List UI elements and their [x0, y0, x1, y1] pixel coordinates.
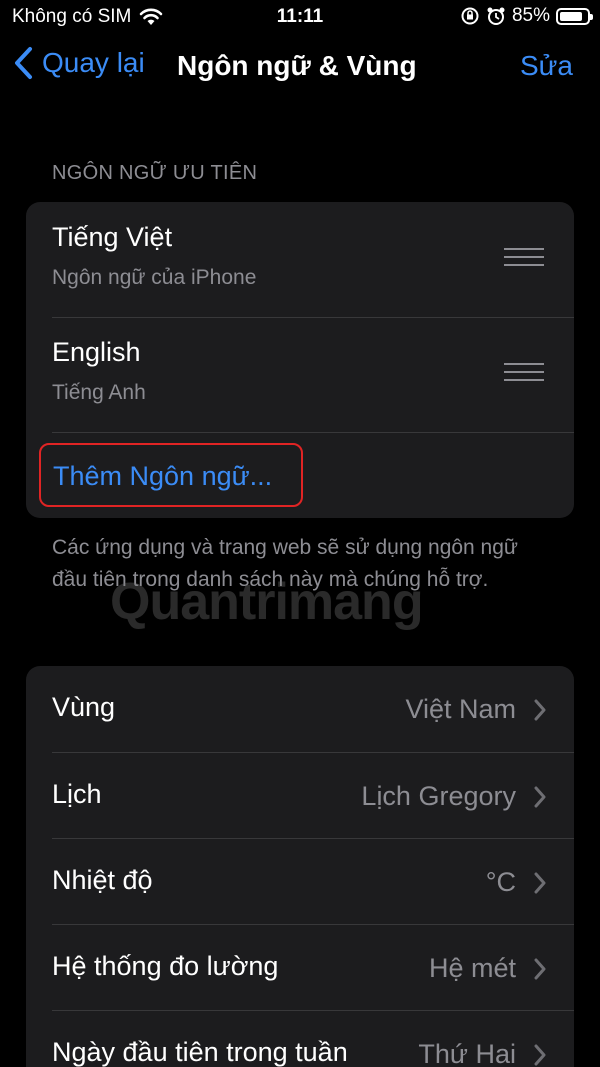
language-subtitle: Ngôn ngữ của iPhone [52, 266, 257, 289]
setting-label: Hệ thống đo lường [52, 951, 279, 981]
chevron-right-icon [534, 699, 546, 721]
preferred-languages-list: Tiếng Việt Ngôn ngữ của iPhone English T… [26, 202, 574, 518]
setting-label: Ngày đầu tiên trong tuần [52, 1037, 348, 1067]
region-row[interactable]: Vùng Việt Nam [26, 666, 574, 753]
back-label: Quay lại [42, 47, 145, 78]
chevron-left-icon [15, 47, 32, 79]
setting-value: Thứ Hai [418, 1039, 516, 1067]
setting-label: Vùng [52, 692, 116, 722]
measurement-system-row[interactable]: Hệ thống đo lường Hệ mét [26, 925, 574, 1012]
language-row-vietnamese[interactable]: Tiếng Việt Ngôn ngữ của iPhone [26, 202, 574, 317]
chevron-right-icon [534, 1044, 546, 1066]
chevron-right-icon [534, 958, 546, 980]
edit-button[interactable]: Sửa [520, 50, 573, 82]
status-right: 85% [460, 5, 593, 27]
language-title: Tiếng Việt [52, 222, 173, 252]
setting-value: Hệ mét [428, 953, 516, 983]
battery-percent: 85% [511, 5, 550, 26]
temperature-row[interactable]: Nhiệt độ °C [26, 839, 574, 926]
first-day-of-week-row[interactable]: Ngày đầu tiên trong tuần Thứ Hai [26, 1011, 574, 1067]
divider [52, 432, 574, 433]
navigation-bar: Quay lại Ngôn ngữ & Vùng Sửa [0, 40, 600, 96]
preferred-languages-header: NGÔN NGỮ ƯU TIÊN [52, 162, 258, 184]
calendar-row[interactable]: Lịch Lịch Gregory [26, 753, 574, 840]
page-title: Ngôn ngữ & Vùng [177, 50, 417, 81]
watermark-logo: Quantrimang [110, 573, 424, 631]
setting-value: °C [485, 867, 516, 897]
orientation-lock-icon [461, 7, 479, 25]
reorder-handle-icon[interactable] [504, 248, 544, 268]
alarm-icon [487, 7, 505, 25]
setting-label: Nhiệt độ [52, 865, 153, 895]
back-button[interactable]: Quay lại [12, 46, 145, 80]
setting-value: Lịch Gregory [361, 781, 516, 811]
language-subtitle: Tiếng Anh [52, 381, 146, 404]
battery-icon [556, 7, 593, 25]
setting-label: Lịch [52, 779, 102, 809]
chevron-right-icon [534, 786, 546, 808]
setting-value: Việt Nam [405, 694, 516, 724]
status-bar: Không có SIM 11:11 85% [0, 0, 600, 34]
language-row-english[interactable]: English Tiếng Anh [26, 317, 574, 432]
language-title: English [52, 337, 141, 367]
add-language-highlight: Thêm Ngôn ngữ... [39, 443, 303, 507]
add-language-button[interactable]: Thêm Ngôn ngữ... [53, 461, 272, 492]
reorder-handle-icon[interactable] [504, 363, 544, 383]
region-settings-list: Vùng Việt Nam Lịch Lịch Gregory Nhiệt độ… [26, 666, 574, 1067]
battery-fill [560, 11, 583, 21]
chevron-right-icon [534, 872, 546, 894]
